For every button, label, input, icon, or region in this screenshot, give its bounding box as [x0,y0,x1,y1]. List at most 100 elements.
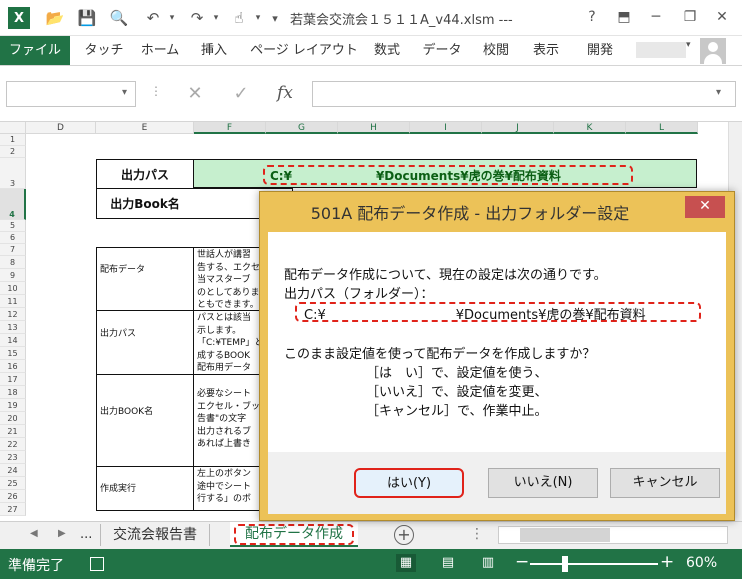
row-header[interactable]: 7 [0,244,26,256]
tab-home[interactable]: ホーム [134,36,186,65]
col-header-f[interactable]: F [194,122,266,134]
redo-dropdown-icon[interactable]: ▾ [210,7,222,29]
ribbon-display-icon[interactable]: ⬒ [610,4,638,30]
tab-touch[interactable]: タッチ [80,36,128,65]
name-box-dropdown-icon[interactable]: ▾ [122,87,127,98]
row-header[interactable]: 16 [0,360,26,373]
col-header-g[interactable]: G [266,122,338,134]
row-header[interactable]: 6 [0,232,26,244]
insert-function-icon[interactable]: fx [270,83,300,105]
dialog-close-button[interactable]: ✕ [685,196,725,218]
row-header[interactable]: 22 [0,438,26,451]
confirm-entry-icon[interactable]: ✓ [226,83,256,105]
row-header[interactable]: 10 [0,282,26,295]
customize-qat-icon[interactable]: ▾ [268,7,282,29]
row-header[interactable]: 17 [0,373,26,386]
redo-icon[interactable]: ↷ [186,7,208,29]
horizontal-scroll-thumb[interactable] [520,528,610,542]
no-button[interactable]: いいえ(N) [488,468,598,498]
row-header[interactable]: 12 [0,308,26,321]
row-header[interactable]: 11 [0,295,26,308]
row-header[interactable]: 2 [0,146,26,158]
save-icon[interactable]: 💾 [76,7,98,29]
sheet-tab-report[interactable]: 交流会報告書 [100,524,210,546]
row-header[interactable]: 15 [0,347,26,360]
open-icon[interactable]: 📂 [44,7,66,29]
expand-formula-bar-icon[interactable]: ▾ [716,87,721,98]
dialog-question: このまま設定値を使って配布データを作成しますか？ [284,347,596,362]
row-header[interactable]: 1 [0,134,26,146]
row-header[interactable]: 21 [0,425,26,438]
row-header[interactable]: 14 [0,334,26,347]
yes-button[interactable]: はい(Y) [354,468,464,498]
more-sheets-button[interactable]: ... [80,527,92,542]
col-header-k[interactable]: K [554,122,626,134]
table-cell-text: 必要なシート エクセル・ブッ 告書"の文字 出力されるブ あれば上書き [197,389,261,449]
row-header[interactable]: 25 [0,477,26,490]
prev-sheet-icon[interactable]: ◀ [30,528,38,539]
row-header[interactable]: 3 [0,158,26,189]
row-header[interactable]: 5 [0,220,26,232]
close-window-icon[interactable]: ✕ [708,4,736,30]
normal-view-icon[interactable]: ▦ [396,554,416,572]
user-dropdown-icon[interactable]: ▾ [686,40,691,50]
select-all-corner[interactable] [0,122,26,134]
output-path-value: C:¥ ¥Documents¥虎の巻¥配布資料 [270,169,561,183]
cancel-entry-icon[interactable]: ✕ [180,83,210,105]
user-name-redacted[interactable] [636,42,686,58]
tab-formulas[interactable]: 数式 [366,36,408,65]
cancel-button[interactable]: キャンセル [610,468,720,498]
tab-view[interactable]: 表示 [524,36,568,65]
zoom-out-icon[interactable]: − [515,552,529,572]
col-header-e[interactable]: E [96,122,194,134]
zoom-slider[interactable] [530,563,658,565]
touch-icon[interactable]: ☝ [228,7,250,29]
zoom-level[interactable]: 60% [686,555,717,571]
col-header-h[interactable]: H [338,122,410,134]
row-header[interactable]: 20 [0,412,26,425]
avatar[interactable] [700,38,726,64]
row-header[interactable]: 9 [0,269,26,282]
zoom-in-icon[interactable]: + [660,552,674,572]
next-sheet-icon[interactable]: ▶ [58,528,66,539]
restore-icon[interactable]: ❐ [676,4,704,30]
minimize-icon[interactable]: ─ [642,4,670,30]
row-header[interactable]: 4 [0,189,26,220]
undo-dropdown-icon[interactable]: ▾ [166,7,178,29]
formula-input[interactable] [312,81,736,107]
col-header-d[interactable]: D [26,122,96,134]
dialog-path-value: C:¥ ¥Documents¥虎の巻¥配布資料 [304,308,646,323]
sheet-tab-highlight [234,524,354,545]
page-break-view-icon[interactable]: ▥ [478,554,498,572]
row-header[interactable]: 24 [0,464,26,477]
tab-page-layout[interactable]: ページ レイアウト [244,36,364,65]
name-box[interactable] [6,81,136,107]
formula-bar-grip-icon[interactable]: ⋮ [150,84,162,98]
dialog-message-line: 配布データ作成について、現在の設定は次の通りです。 [284,268,607,283]
touch-dropdown-icon[interactable]: ▾ [252,7,264,29]
add-sheet-icon[interactable]: + [394,525,414,545]
tab-developer[interactable]: 開発 [578,36,622,65]
row-header[interactable]: 13 [0,321,26,334]
tab-review[interactable]: 校閲 [474,36,518,65]
row-header[interactable]: 26 [0,490,26,503]
tabs-splitter-icon[interactable]: ⋮ [470,526,484,542]
undo-icon[interactable]: ↶ [142,7,164,29]
tab-data[interactable]: データ [414,36,470,65]
col-header-i[interactable]: I [410,122,482,134]
row-header[interactable]: 18 [0,386,26,399]
col-header-l[interactable]: L [626,122,698,134]
row-header[interactable]: 8 [0,256,26,269]
macro-record-icon[interactable] [90,557,104,571]
row-header[interactable]: 23 [0,451,26,464]
zoom-slider-thumb[interactable] [562,556,568,572]
tab-insert[interactable]: 挿入 [192,36,236,65]
preview-icon[interactable]: 🔍 [108,7,130,29]
row-header[interactable]: 27 [0,503,26,516]
page-layout-view-icon[interactable]: ▤ [438,554,458,572]
tab-file[interactable]: ファイル [0,36,70,65]
row-header[interactable]: 19 [0,399,26,412]
help-icon[interactable]: ? [578,4,606,30]
col-header-j[interactable]: J [482,122,554,134]
window-title: 若葉会交流会１５１１A_v44.xlsm --- [290,13,513,28]
